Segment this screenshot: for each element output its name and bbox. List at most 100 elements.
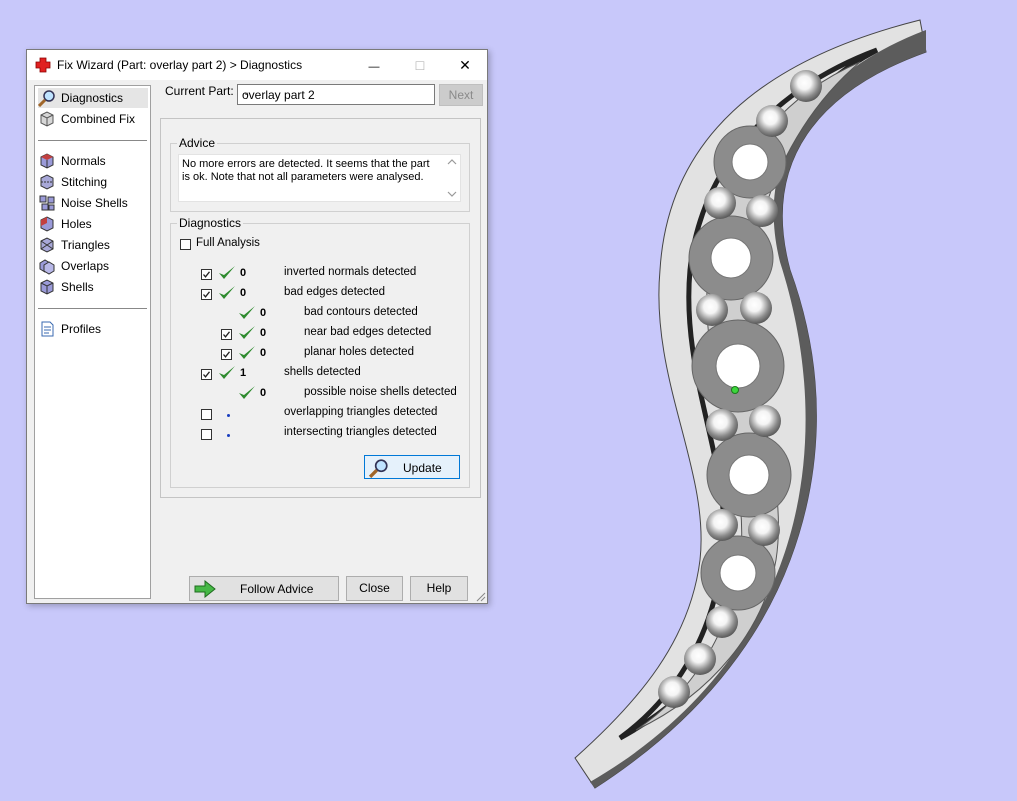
close-icon: ✕	[459, 57, 471, 73]
sidebar-item-shells[interactable]: Shells	[38, 277, 148, 297]
magnifier-icon	[369, 459, 388, 478]
overlaps-icon	[39, 259, 55, 275]
green-check-icon	[219, 286, 235, 299]
overlapping-triangles-checkbox[interactable]	[201, 409, 212, 420]
sidebar-item-holes[interactable]: Holes	[38, 214, 148, 234]
title-bar[interactable]: Fix Wizard (Part: overlay part 2) > Diag…	[27, 50, 487, 80]
diagnostics-group: Diagnostics Full Analysis 0 inverted nor…	[170, 216, 470, 488]
sidebar-item-label: Overlaps	[61, 259, 110, 273]
bad-edges-count: 0	[240, 287, 247, 299]
bad-contours-count: 0	[260, 307, 267, 319]
shells-icon	[40, 279, 54, 295]
sidebar-item-profiles[interactable]: Profiles	[38, 319, 148, 339]
stitching-icon	[40, 174, 54, 190]
update-button-label: Update	[403, 461, 442, 475]
sidebar-item-label: Holes	[61, 217, 92, 231]
sidebar-item-label: Triangles	[61, 238, 110, 252]
close-window-button[interactable]: ✕	[442, 50, 488, 80]
planar-holes-checkbox[interactable]	[221, 349, 232, 360]
sidebar-item-label: Stitching	[61, 175, 108, 189]
scroll-down-icon	[447, 191, 457, 197]
magnifier-icon	[38, 90, 55, 107]
main-panel: Advice No more errors are detected. It s…	[160, 118, 481, 498]
update-button[interactable]: Update	[364, 455, 460, 479]
shells-label: shells detected	[284, 366, 361, 378]
green-check-icon	[239, 326, 255, 339]
cube-icon	[40, 111, 54, 127]
sidebar-item-diagnostics[interactable]: Diagnostics	[38, 88, 148, 108]
green-check-icon	[239, 346, 255, 359]
near-bad-edges-checkbox[interactable]	[221, 329, 232, 340]
near-bad-edges-label: near bad edges detected	[304, 326, 432, 338]
current-part-select[interactable]: overlay part 2 ⌄	[237, 84, 435, 105]
shells-count: 1	[240, 367, 247, 379]
intersecting-triangles-checkbox[interactable]	[201, 429, 212, 440]
sidebar-item-label: Normals	[61, 154, 106, 168]
sidebar: Diagnostics Combined Fix Normals Stitchi…	[34, 85, 151, 599]
triangles-icon	[40, 237, 54, 253]
close-button-label: Close	[359, 581, 390, 595]
noise-shells-label: possible noise shells detected	[304, 386, 457, 398]
current-part-label: Current Part:	[165, 84, 234, 98]
sidebar-item-label: Shells	[61, 280, 94, 294]
resize-grip-icon[interactable]	[476, 592, 486, 602]
shells-checkbox[interactable]	[201, 369, 212, 380]
sidebar-item-noise-shells[interactable]: Noise Shells	[38, 193, 148, 213]
full-analysis-label: Full Analysis	[196, 237, 260, 249]
follow-advice-button[interactable]: Follow Advice	[189, 576, 339, 601]
part-model[interactable]	[574, 19, 927, 789]
bad-edges-checkbox[interactable]	[201, 289, 212, 300]
sidebar-item-overlaps[interactable]: Overlaps	[38, 256, 148, 276]
holes-icon	[40, 216, 54, 232]
sidebar-item-label: Combined Fix	[61, 112, 136, 126]
sidebar-item-label: Diagnostics	[61, 91, 124, 105]
sidebar-divider	[38, 140, 147, 141]
noise-shells-count: 0	[260, 387, 267, 399]
advice-scrollbar[interactable]	[445, 156, 459, 200]
fix-wizard-dialog: Fix Wizard (Part: overlay part 2) > Diag…	[26, 49, 488, 604]
intersecting-triangles-label: intersecting triangles detected	[284, 426, 437, 438]
sidebar-divider	[38, 308, 147, 309]
help-button[interactable]: Help	[410, 576, 468, 601]
advice-textbox[interactable]: No more errors are detected. It seems th…	[178, 154, 461, 202]
next-button-label: Next	[448, 88, 474, 102]
minimize-button[interactable]: —	[351, 50, 397, 80]
close-button[interactable]: Close	[346, 576, 403, 601]
profiles-icon	[41, 321, 54, 337]
full-analysis-checkbox[interactable]	[180, 239, 191, 250]
scroll-up-icon	[447, 159, 457, 165]
planar-holes-label: planar holes detected	[304, 346, 414, 358]
sidebar-item-label: Profiles	[61, 322, 102, 336]
pending-dot-icon	[227, 414, 230, 417]
diagnostics-title: Diagnostics	[177, 216, 244, 230]
bad-edges-label: bad edges detected	[284, 286, 386, 298]
planar-holes-count: 0	[260, 347, 267, 359]
sidebar-item-label: Noise Shells	[61, 196, 128, 210]
inverted-normals-checkbox[interactable]	[201, 269, 212, 280]
noise-shells-icon	[39, 195, 55, 211]
sidebar-item-triangles[interactable]: Triangles	[38, 235, 148, 255]
green-check-icon	[239, 306, 255, 319]
green-check-icon	[219, 366, 235, 379]
advice-group: Advice No more errors are detected. It s…	[170, 136, 470, 212]
green-check-icon	[219, 266, 235, 279]
overlapping-triangles-label: overlapping triangles detected	[284, 406, 438, 418]
green-arrow-right-icon	[194, 580, 216, 598]
inverted-normals-count: 0	[240, 267, 247, 279]
maximize-button[interactable]: ☐	[397, 50, 443, 80]
minimize-icon: —	[368, 61, 380, 73]
chevron-down-icon: ⌄	[242, 87, 251, 98]
sidebar-item-stitching[interactable]: Stitching	[38, 172, 148, 192]
pivot-marker	[731, 386, 739, 394]
follow-advice-label: Follow Advice	[240, 582, 314, 596]
normals-icon	[40, 153, 54, 169]
sidebar-item-normals[interactable]: Normals	[38, 151, 148, 171]
green-check-icon	[239, 386, 255, 399]
pending-dot-icon	[227, 434, 230, 437]
bad-contours-label: bad contours detected	[304, 306, 418, 318]
inverted-normals-label: inverted normals detected	[284, 266, 417, 278]
next-button[interactable]: Next	[439, 84, 483, 106]
sidebar-item-combined-fix[interactable]: Combined Fix	[38, 109, 148, 129]
red-cross-icon	[35, 57, 51, 73]
advice-text: No more errors are detected. It seems th…	[182, 158, 430, 183]
